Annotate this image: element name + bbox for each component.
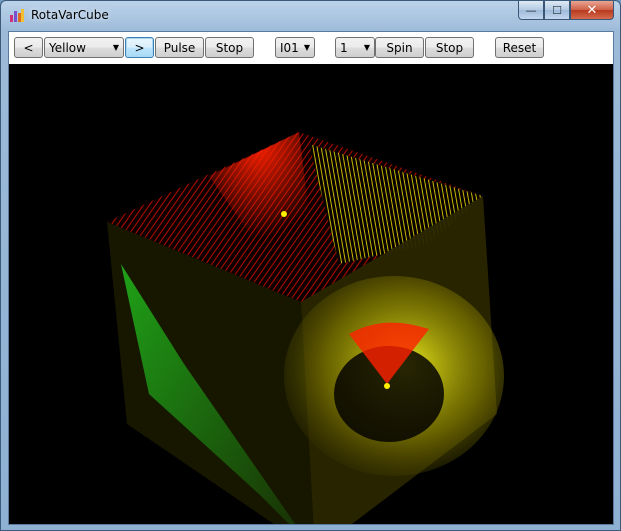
color-select-value: Yellow <box>49 40 86 55</box>
minimize-button[interactable]: — <box>518 1 544 20</box>
next-color-button[interactable]: > <box>125 37 154 58</box>
chevron-down-icon: ▼ <box>303 43 311 52</box>
speed-select[interactable]: 1 ▼ <box>335 37 375 58</box>
top-focus-point <box>281 211 287 217</box>
spin-button[interactable]: Spin <box>375 37 424 58</box>
3d-viewport[interactable] <box>9 64 613 524</box>
speed-select-value: 1 <box>340 40 348 55</box>
previous-color-button[interactable]: < <box>14 37 43 58</box>
maximize-button[interactable]: ☐ <box>544 1 570 20</box>
right-focus-point <box>384 383 390 389</box>
mode-select[interactable]: I01 ▼ <box>275 37 315 58</box>
chevron-down-icon: ▼ <box>112 43 120 52</box>
app-window: RotaVarCube — ☐ ✕ < Yellow ▼ > Pulse Sto… <box>0 0 621 531</box>
stop-pulse-button[interactable]: Stop <box>205 37 254 58</box>
caption-buttons: — ☐ ✕ <box>518 1 614 21</box>
window-title: RotaVarCube <box>31 8 109 22</box>
chevron-down-icon: ▼ <box>363 43 371 52</box>
rotating-cube-scene <box>107 132 504 524</box>
mode-select-value: I01 <box>280 40 299 55</box>
stop-spin-button[interactable]: Stop <box>425 37 474 58</box>
client-area: < Yellow ▼ > Pulse Stop I01 ▼ 1 ▼ Spin S… <box>8 31 614 525</box>
toolbar: < Yellow ▼ > Pulse Stop I01 ▼ 1 ▼ Spin S… <box>9 32 613 64</box>
reset-button[interactable]: Reset <box>495 37 544 58</box>
color-select[interactable]: Yellow ▼ <box>44 37 124 58</box>
pulse-button[interactable]: Pulse <box>155 37 204 58</box>
title-bar[interactable]: RotaVarCube — ☐ ✕ <box>1 1 620 31</box>
close-button[interactable]: ✕ <box>570 1 614 20</box>
app-icon <box>10 9 24 22</box>
